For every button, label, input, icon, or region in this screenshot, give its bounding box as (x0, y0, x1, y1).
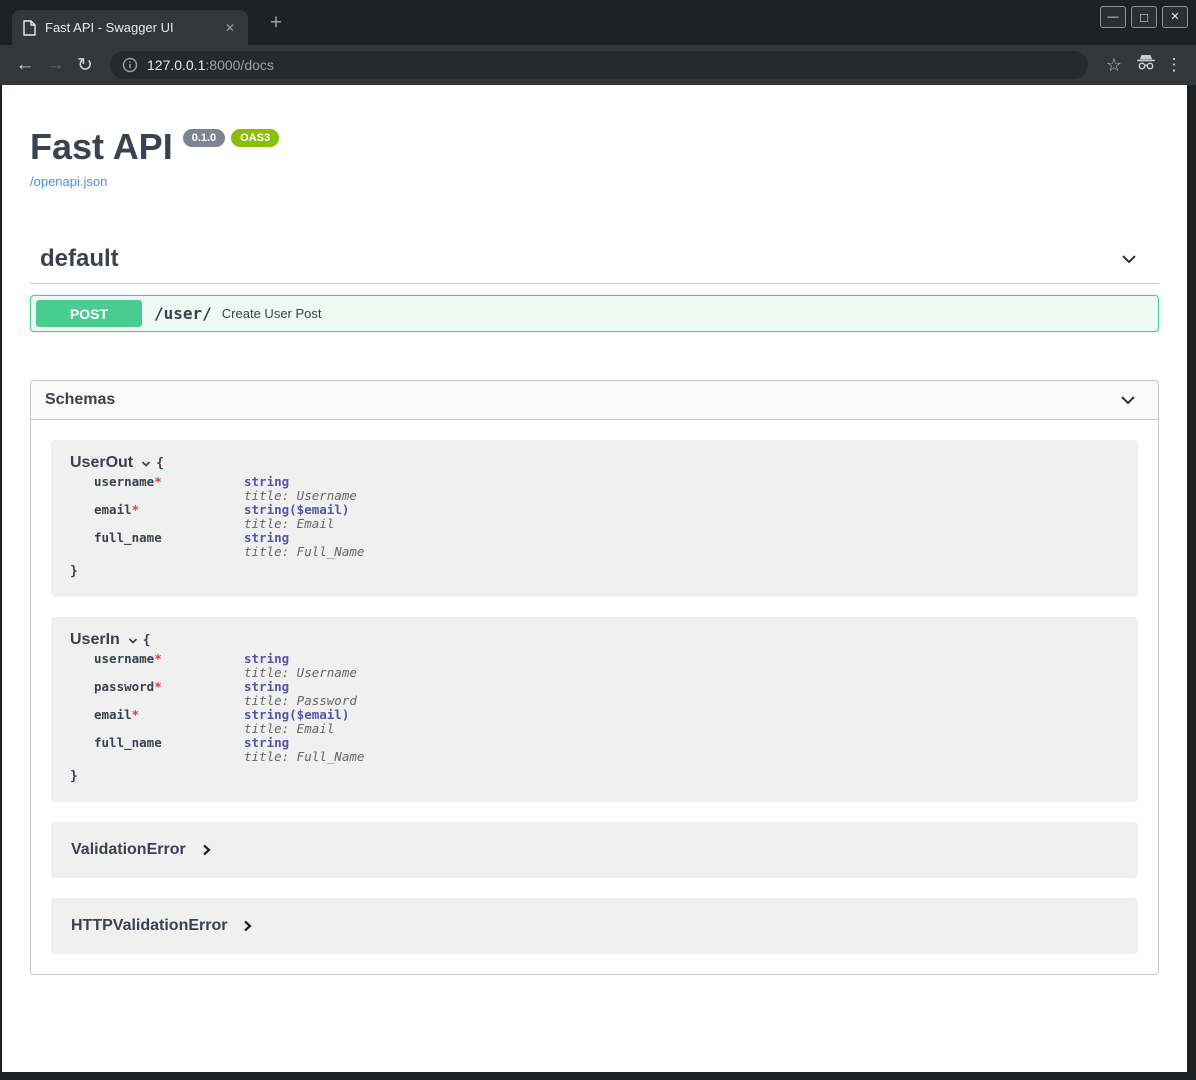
property-row: username* string title: Username (94, 475, 364, 503)
required-star: * (154, 651, 162, 666)
endpoint-summary: Create User Post (222, 306, 322, 321)
browser-tab[interactable]: Fast API - Swagger UI ✕ (12, 10, 248, 45)
property-title: title: Full_Name (244, 750, 364, 764)
model-properties: username* string title: Username email* … (94, 475, 364, 559)
property-name: full_name (94, 530, 162, 545)
close-brace: } (70, 769, 1118, 784)
model-toggle[interactable]: UserOut { (70, 454, 1118, 472)
property-row: full_name string title: Full_Name (94, 531, 364, 559)
api-title: Fast API (30, 126, 173, 167)
property-name: email (94, 707, 132, 722)
url-text[interactable]: 127.0.0.1:8000/docs (147, 57, 274, 73)
incognito-icon (1130, 54, 1162, 76)
tab-close-icon[interactable]: ✕ (222, 21, 238, 35)
post-method-badge[interactable]: POST (36, 300, 142, 327)
tab-title: Fast API - Swagger UI (45, 20, 222, 35)
schema-model-httpvalidationerror[interactable]: HTTPValidationError (51, 898, 1138, 954)
schemas-section: Schemas UserOut { (30, 380, 1159, 975)
chevron-down-icon[interactable] (1119, 249, 1139, 269)
window-controls: — □ ✕ (1100, 6, 1188, 28)
property-title: title: Username (244, 666, 364, 680)
openapi-json-link[interactable]: /openapi.json (30, 174, 107, 189)
page-favicon-icon (22, 20, 36, 36)
schemas-header[interactable]: Schemas (31, 381, 1158, 420)
property-title: title: Email (244, 722, 364, 736)
chevron-right-icon[interactable] (200, 843, 212, 857)
back-icon[interactable]: ← (10, 54, 40, 76)
site-info-icon[interactable] (122, 57, 138, 73)
property-type: string($email) (244, 503, 364, 517)
required-star: * (132, 707, 140, 722)
endpoint-path: /user/ (154, 304, 212, 323)
swagger-page: Fast API 0.1.0 OAS3 /openapi.json default … (2, 85, 1187, 1072)
property-name: email (94, 502, 132, 517)
property-row: password* string title: Password (94, 680, 364, 708)
model-name: ValidationError (71, 841, 186, 859)
browser-toolbar: ← → ↻ 127.0.0.1:8000/docs ☆ ⋮ (0, 45, 1196, 85)
tag-header[interactable]: default (30, 245, 1159, 284)
schema-model-userin: UserIn { username* string title: Usernam… (51, 617, 1138, 802)
schemas-body: UserOut { username* string title: Userna… (31, 420, 1158, 974)
model-properties: username* string title: Username passwor… (94, 652, 364, 764)
bookmark-star-icon[interactable]: ☆ (1098, 55, 1130, 76)
model-toggle[interactable]: UserIn { (70, 631, 1118, 649)
property-type: string (244, 680, 364, 694)
property-row: username* string title: Username (94, 652, 364, 680)
reload-icon[interactable]: ↻ (70, 54, 100, 77)
schema-model-validationerror[interactable]: ValidationError (51, 822, 1138, 878)
property-row: full_name string title: Full_Name (94, 736, 364, 764)
property-type: string($email) (244, 708, 364, 722)
address-bar[interactable]: 127.0.0.1:8000/docs (110, 51, 1088, 79)
property-name: username (94, 474, 154, 489)
close-brace: } (70, 564, 1118, 579)
schemas-title: Schemas (45, 391, 115, 409)
minimize-button[interactable]: — (1100, 6, 1126, 28)
property-name: password (94, 679, 154, 694)
url-host: 127.0.0.1 (147, 57, 205, 73)
forward-icon[interactable]: → (40, 54, 70, 76)
property-name: username (94, 651, 154, 666)
oas3-badge: OAS3 (231, 129, 279, 147)
version-badge: 0.1.0 (183, 129, 225, 147)
close-button[interactable]: ✕ (1162, 6, 1188, 28)
browser-titlebar: Fast API - Swagger UI ✕ + — □ ✕ (0, 0, 1196, 45)
property-type: string (244, 736, 364, 750)
property-type: string (244, 475, 364, 489)
required-star: * (132, 502, 140, 517)
maximize-button[interactable]: □ (1131, 6, 1157, 28)
property-type: string (244, 531, 364, 545)
tag-section-default: default POST /user/ Create User Post (30, 245, 1159, 332)
chevron-down-icon[interactable] (140, 458, 152, 470)
property-title: title: Full_Name (244, 545, 364, 559)
browser-menu-icon[interactable]: ⋮ (1162, 55, 1186, 75)
opblock-post-user[interactable]: POST /user/ Create User Post (30, 295, 1159, 332)
api-info: Fast API 0.1.0 OAS3 /openapi.json (30, 85, 1159, 191)
chevron-down-icon[interactable] (1118, 390, 1138, 410)
tag-name: default (40, 245, 119, 273)
chevron-down-icon[interactable] (127, 635, 139, 647)
chevron-right-icon[interactable] (241, 919, 253, 933)
property-title: title: Password (244, 694, 364, 708)
required-star: * (154, 679, 162, 694)
property-name: full_name (94, 735, 162, 750)
property-title: title: Email (244, 517, 364, 531)
property-type: string (244, 652, 364, 666)
open-brace: { (143, 633, 151, 648)
model-name: HTTPValidationError (71, 917, 227, 935)
open-brace: { (156, 456, 164, 471)
property-row: email* string($email) title: Email (94, 503, 364, 531)
new-tab-button[interactable]: + (262, 12, 290, 36)
required-star: * (154, 474, 162, 489)
model-name: UserOut (70, 454, 133, 472)
property-row: email* string($email) title: Email (94, 708, 364, 736)
url-path: :8000/docs (205, 57, 274, 73)
model-name: UserIn (70, 631, 120, 649)
schema-model-userout: UserOut { username* string title: Userna… (51, 440, 1138, 597)
property-title: title: Username (244, 489, 364, 503)
